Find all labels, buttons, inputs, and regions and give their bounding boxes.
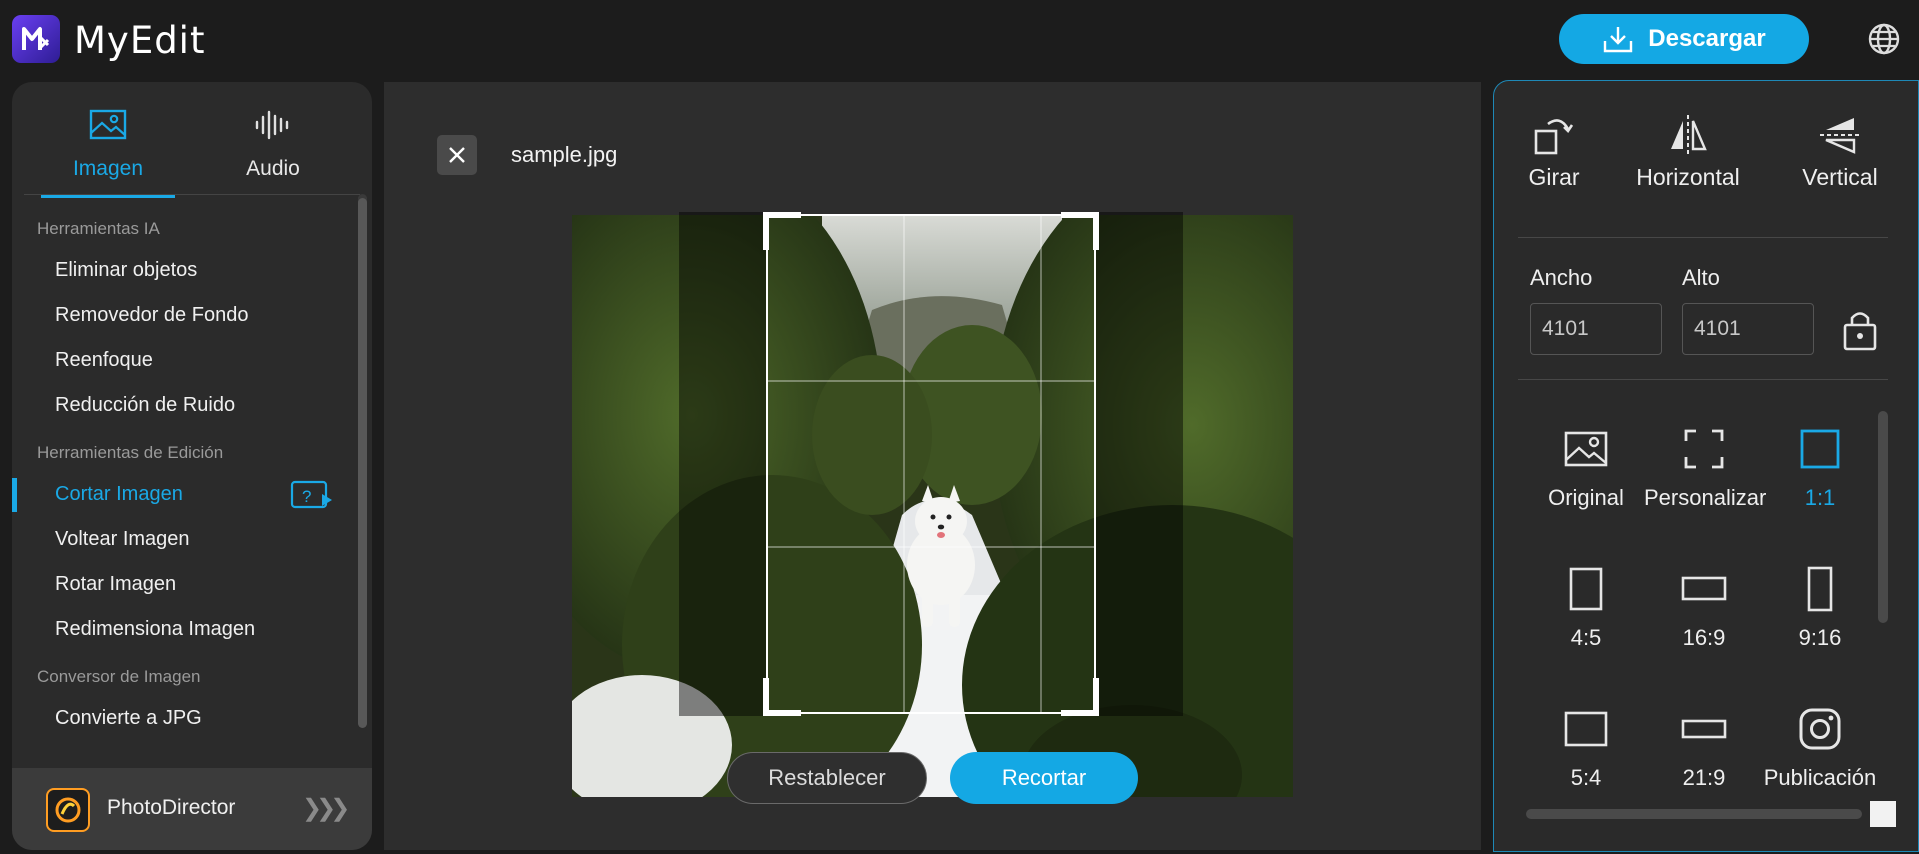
menu-item-removedor-fondo[interactable]: Removedor de Fondo <box>12 293 352 338</box>
menu-item-reduccion-ruido[interactable]: Reducción de Ruido <box>12 383 352 428</box>
menu-item-voltear-imagen[interactable]: Voltear Imagen <box>12 517 352 562</box>
download-button[interactable]: Descargar <box>1559 14 1809 64</box>
close-icon <box>449 147 465 163</box>
chevrons-right-icon: ❯❯❯ <box>302 795 350 822</box>
flip-horizontal-label: Horizontal <box>1636 164 1740 190</box>
tab-audio-label: Audio <box>246 157 300 180</box>
width-label: Ancho <box>1530 265 1593 290</box>
tab-imagen-label: Imagen <box>72 157 144 180</box>
menu-item-reenfoque[interactable]: Reenfoque <box>12 338 352 383</box>
rotate-icon <box>1534 119 1574 155</box>
panel-divider-2 <box>1518 379 1888 380</box>
menu-item-cortar-imagen[interactable]: Cortar Imagen ? <box>12 472 352 517</box>
ratio-original-label: Original <box>1548 485 1624 510</box>
menu-item-rotar-imagen[interactable]: Rotar Imagen <box>12 562 352 607</box>
panel-divider <box>1518 237 1888 238</box>
menu-item-redimensiona-imagen[interactable]: Redimensiona Imagen <box>12 607 352 652</box>
app-name: MyEdit <box>74 19 206 62</box>
landscape-icon <box>1681 576 1727 601</box>
photodirector-promo[interactable]: PhotoDirector ❯❯❯ <box>12 768 372 850</box>
ratio-custom[interactable]: Personalizar <box>1644 421 1767 511</box>
flip-horizontal-button[interactable]: Horizontal <box>1614 111 1762 191</box>
ratio-21-9-label: 21:9 <box>1682 765 1726 790</box>
flip-horizontal-icon <box>1671 115 1707 155</box>
photodirector-label: PhotoDirector <box>107 796 236 819</box>
section-image-converter: Conversor de Imagen <box>37 667 201 686</box>
download-label: Descargar <box>1648 25 1766 52</box>
crop-options-panel: Girar Horizontal Vertical Ancho Alto 410… <box>1493 80 1919 852</box>
ratio-5-4[interactable]: 5:4 <box>1526 701 1646 791</box>
menu-item-eliminar-objetos[interactable]: Eliminar objetos <box>12 248 352 293</box>
download-icon <box>1604 27 1633 53</box>
flip-vertical-icon <box>1820 118 1860 154</box>
ratio-1-1-label: 1:1 <box>1804 485 1836 510</box>
ratio-1-1[interactable]: 1:1 <box>1760 421 1880 511</box>
tutorial-video-icon[interactable]: ? <box>290 480 334 510</box>
height-label: Alto <box>1682 265 1720 290</box>
image-icon <box>1564 431 1608 467</box>
lock-aspect-icon[interactable] <box>1840 305 1880 353</box>
file-name: sample.jpg <box>511 142 618 167</box>
menu-item-cortar-imagen-label: Cortar Imagen <box>55 483 183 505</box>
top-bar: MyEdit Descargar <box>0 0 1919 82</box>
myedit-logo-icon[interactable] <box>12 15 60 63</box>
reset-button[interactable]: Restablecer <box>727 752 927 804</box>
section-ai-tools: Herramientas IA <box>37 219 160 238</box>
svg-text:?: ? <box>302 487 311 506</box>
crop-frame[interactable] <box>679 212 1183 716</box>
tab-divider <box>24 194 360 195</box>
ratio-16-9-label: 16:9 <box>1682 625 1726 650</box>
ratio-4-5-label: 4:5 <box>1570 625 1602 650</box>
ratio-custom-label: Personalizar <box>1644 485 1767 510</box>
ratio-4-5[interactable]: 4:5 <box>1526 561 1646 651</box>
tab-imagen[interactable]: Imagen <box>41 104 175 198</box>
wide-landscape-icon <box>1681 719 1727 739</box>
custom-frame-icon <box>1684 429 1724 469</box>
left-sidebar: Imagen Audio Herramientas IA Eliminar ob… <box>12 82 372 850</box>
ratio-publicacion[interactable]: Publicación <box>1760 701 1880 791</box>
ratio-16-9[interactable]: 16:9 <box>1644 561 1764 651</box>
audio-waveform-icon <box>255 110 289 140</box>
ratio-original[interactable]: Original <box>1526 421 1646 511</box>
panel-horizontal-scrollbar[interactable] <box>1526 809 1862 819</box>
panel-vertical-scrollbar[interactable] <box>1878 411 1888 623</box>
ratio-21-9[interactable]: 21:9 <box>1644 701 1764 791</box>
flip-vertical-label: Vertical <box>1802 164 1878 190</box>
square-icon <box>1800 429 1840 469</box>
rotate-button[interactable]: Girar <box>1508 111 1600 191</box>
rotate-label: Girar <box>1528 164 1580 190</box>
editor-workspace: sample.jpg Restablecer Recortar <box>384 82 1481 850</box>
flip-vertical-button[interactable]: Vertical <box>1788 111 1892 191</box>
instagram-icon <box>1799 708 1841 750</box>
section-edit-tools: Herramientas de Edición <box>37 443 224 462</box>
tab-audio[interactable]: Audio <box>206 104 340 194</box>
close-button[interactable] <box>437 135 477 175</box>
ratio-5-4-label: 5:4 <box>1570 765 1602 790</box>
ratio-9-16-label: 9:16 <box>1798 625 1842 650</box>
crop-button[interactable]: Recortar <box>950 752 1138 804</box>
scrollbar-corner <box>1870 801 1896 827</box>
tall-portrait-icon <box>1807 566 1833 612</box>
image-icon <box>89 109 127 140</box>
photodirector-logo-icon <box>46 788 90 832</box>
ratio-publicacion-label: Publicación <box>1763 765 1877 790</box>
portrait-icon <box>1569 567 1603 611</box>
menu-item-convierte-jpg[interactable]: Convierte a JPG <box>12 696 352 741</box>
ratio-9-16[interactable]: 9:16 <box>1760 561 1880 651</box>
sidebar-scrollbar-thumb[interactable] <box>358 198 367 728</box>
landscape-icon <box>1564 711 1608 747</box>
tool-menu: Herramientas IA Eliminar objetos Removed… <box>12 210 352 741</box>
width-input[interactable]: 4101 <box>1530 303 1662 355</box>
height-input[interactable]: 4101 <box>1682 303 1814 355</box>
globe-language-icon[interactable] <box>1866 21 1902 57</box>
crop-handles <box>763 212 1099 716</box>
